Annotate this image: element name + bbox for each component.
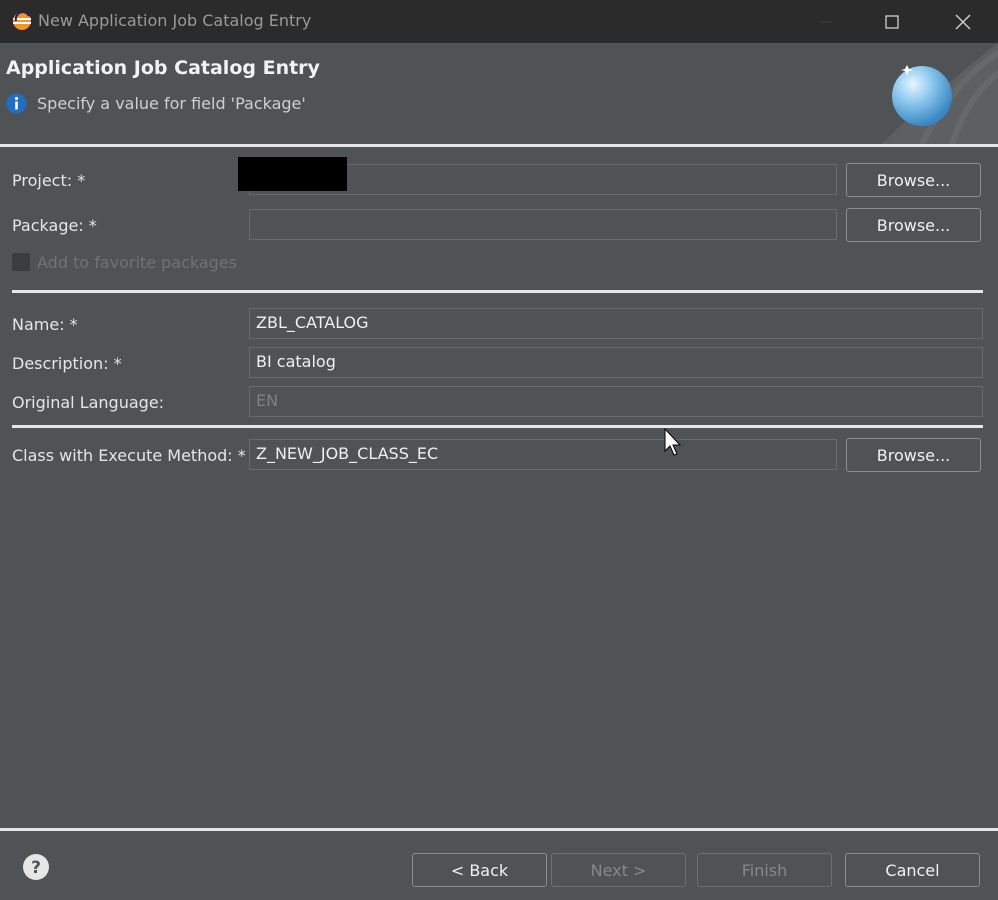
next-button[interactable]: Next >	[551, 853, 686, 887]
footer-divider	[0, 828, 998, 831]
name-field[interactable]: ZBL_CATALOG	[249, 308, 983, 339]
redacted-project-value	[238, 157, 347, 191]
finish-label: Finish	[741, 860, 788, 880]
minimize-button[interactable]	[796, 0, 856, 43]
wizard-banner-icon	[882, 43, 998, 144]
status-message: Specify a value for field 'Package'	[37, 94, 306, 113]
name-label: Name: *	[12, 315, 78, 334]
section-divider	[12, 425, 983, 428]
back-label: < Back	[450, 860, 509, 880]
class-field[interactable]: Z_NEW_JOB_CLASS_EC	[249, 439, 837, 470]
favorite-packages-label: Add to favorite packages	[37, 253, 238, 272]
package-field[interactable]	[249, 209, 837, 240]
next-label: Next >	[590, 860, 647, 880]
wizard-banner: Application Job Catalog Entry Specify a …	[0, 43, 998, 144]
cancel-label: Cancel	[885, 860, 940, 880]
original-language-label: Original Language:	[12, 393, 165, 412]
minimize-icon	[820, 21, 832, 22]
help-icon[interactable]: ?	[22, 853, 50, 881]
title-bar: New Application Job Catalog Entry	[0, 0, 998, 43]
favorite-packages-checkbox[interactable]	[12, 253, 30, 271]
browse-label: Browse...	[876, 170, 951, 190]
banner-divider	[0, 144, 998, 147]
browse-class-button[interactable]: Browse...	[846, 438, 981, 472]
mouse-cursor-icon	[664, 428, 682, 456]
svg-text:?: ?	[31, 858, 41, 878]
finish-button[interactable]: Finish	[697, 853, 832, 887]
class-label: Class with Execute Method: *	[12, 446, 246, 465]
browse-label: Browse...	[876, 445, 951, 465]
cancel-button[interactable]: Cancel	[845, 853, 980, 887]
eclipse-icon	[12, 11, 32, 31]
original-language-field: EN	[249, 386, 983, 417]
browse-project-button[interactable]: Browse...	[846, 163, 981, 197]
close-button[interactable]	[933, 0, 993, 43]
back-button[interactable]: < Back	[412, 853, 547, 887]
browse-label: Browse...	[876, 215, 951, 235]
description-label: Description: *	[12, 354, 122, 373]
browse-package-button[interactable]: Browse...	[846, 208, 981, 242]
maximize-button[interactable]	[862, 0, 922, 43]
project-label: Project: *	[12, 171, 86, 190]
page-title: Application Job Catalog Entry	[6, 57, 320, 79]
close-icon	[955, 14, 971, 29]
description-field[interactable]: BI catalog	[249, 347, 983, 378]
window-title: New Application Job Catalog Entry	[38, 11, 312, 30]
info-icon	[6, 93, 27, 114]
package-label: Package: *	[12, 216, 97, 235]
section-divider	[12, 290, 983, 293]
maximize-icon	[885, 14, 899, 29]
